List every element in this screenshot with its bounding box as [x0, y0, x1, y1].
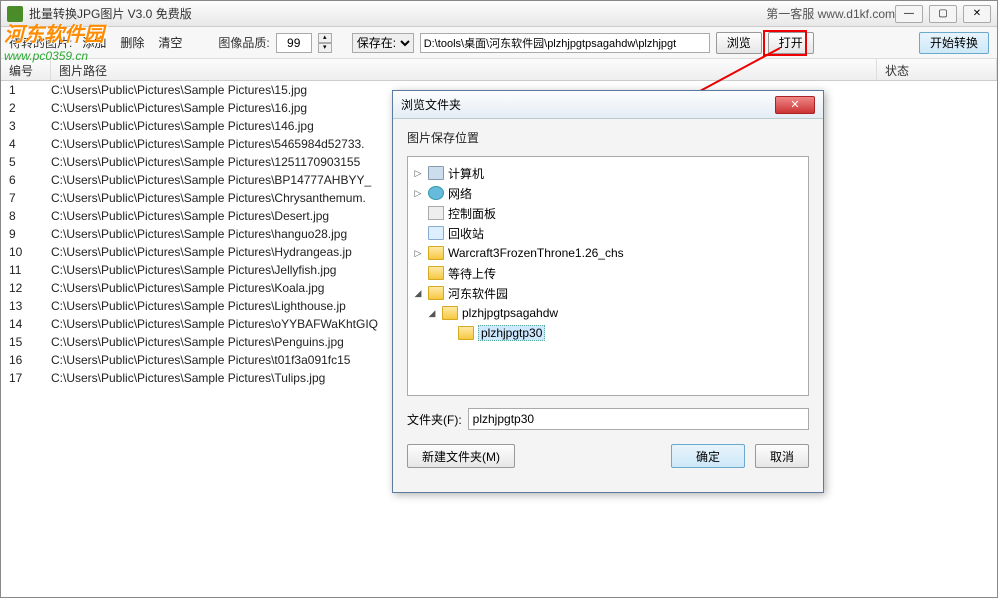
- ok-button[interactable]: 确定: [671, 444, 745, 468]
- cell-number: 11: [1, 261, 51, 279]
- tree-item-label: plzhjpgtp30: [478, 325, 545, 341]
- save-path-input[interactable]: [420, 33, 710, 53]
- close-button[interactable]: ✕: [963, 5, 991, 23]
- network-icon: [428, 186, 444, 200]
- tree-item[interactable]: ◢ 河东软件园: [412, 283, 804, 303]
- folder-open-icon: [428, 286, 444, 300]
- images-label: 待转的图片:: [9, 34, 72, 51]
- cell-number: 17: [1, 369, 51, 387]
- maximize-button[interactable]: ▢: [929, 5, 957, 23]
- add-button[interactable]: 添加: [82, 34, 106, 51]
- save-location-select[interactable]: 保存在:: [352, 33, 414, 53]
- browse-folder-dialog: 浏览文件夹 ✕ 图片保存位置 ▷ 计算机 ▷ 网络控制面板回收站 ▷ Warcraft3F…: [392, 90, 824, 493]
- folder-icon: [428, 266, 444, 280]
- tree-item[interactable]: ▷ 计算机: [412, 163, 804, 183]
- window-subtitle: 第一客服 www.d1kf.com: [766, 5, 895, 22]
- titlebar: 批量转换JPG图片 V3.0 免费版 第一客服 www.d1kf.com — ▢…: [1, 1, 997, 27]
- folder-icon: [428, 246, 444, 260]
- tree-item[interactable]: ▷ 网络: [412, 183, 804, 203]
- table-header: 编号 图片路径 状态: [1, 59, 997, 81]
- app-icon: [7, 6, 23, 22]
- folder-field-label: 文件夹(F):: [407, 411, 462, 428]
- cell-number: 7: [1, 189, 51, 207]
- cell-number: 15: [1, 333, 51, 351]
- cell-number: 10: [1, 243, 51, 261]
- start-convert-button[interactable]: 开始转换: [919, 32, 989, 54]
- col-path[interactable]: 图片路径: [51, 59, 877, 80]
- tree-item[interactable]: 等待上传: [412, 263, 804, 283]
- tree-item-label: plzhjpgtpsagahdw: [462, 306, 558, 320]
- cell-number: 4: [1, 135, 51, 153]
- tree-item-label: 等待上传: [448, 265, 496, 282]
- quality-up-button[interactable]: ▴: [318, 33, 332, 43]
- cell-number: 3: [1, 117, 51, 135]
- cell-number: 12: [1, 279, 51, 297]
- expand-icon[interactable]: ▷: [412, 188, 424, 199]
- tree-item[interactable]: ◢ plzhjpgtpsagahdw: [412, 303, 804, 323]
- browse-button[interactable]: 浏览: [716, 32, 762, 54]
- cell-number: 9: [1, 225, 51, 243]
- new-folder-button[interactable]: 新建文件夹(M): [407, 444, 515, 468]
- expand-icon[interactable]: ▷: [412, 168, 424, 179]
- tree-item-label: 回收站: [448, 225, 484, 242]
- tree-item[interactable]: 回收站: [412, 223, 804, 243]
- clear-button[interactable]: 清空: [158, 34, 182, 51]
- col-number[interactable]: 编号: [1, 59, 51, 80]
- tree-item-label: 控制面板: [448, 205, 496, 222]
- tree-item[interactable]: plzhjpgtp30: [412, 323, 804, 343]
- dialog-close-button[interactable]: ✕: [775, 96, 815, 114]
- folder-open-icon: [442, 306, 458, 320]
- toolbar: 待转的图片: 添加 删除 清空 图像品质: ▴ ▾ 保存在: 浏览 打开 开始转…: [1, 27, 997, 59]
- folder-icon: [458, 326, 474, 340]
- tree-item-label: Warcraft3FrozenThrone1.26_chs: [448, 246, 624, 260]
- dialog-titlebar: 浏览文件夹 ✕: [393, 91, 823, 119]
- cancel-button[interactable]: 取消: [755, 444, 809, 468]
- open-button[interactable]: 打开: [768, 32, 814, 54]
- expand-icon[interactable]: ▷: [412, 248, 424, 259]
- dialog-title: 浏览文件夹: [401, 96, 775, 113]
- expand-icon[interactable]: ◢: [412, 288, 424, 299]
- cell-number: 5: [1, 153, 51, 171]
- cell-number: 16: [1, 351, 51, 369]
- quality-down-button[interactable]: ▾: [318, 43, 332, 53]
- minimize-button[interactable]: —: [895, 5, 923, 23]
- cell-number: 2: [1, 99, 51, 117]
- cpanel-icon: [428, 206, 444, 220]
- tree-item-label: 计算机: [448, 165, 484, 182]
- tree-item[interactable]: ▷ Warcraft3FrozenThrone1.26_chs: [412, 243, 804, 263]
- tree-item-label: 网络: [448, 185, 472, 202]
- cell-number: 13: [1, 297, 51, 315]
- delete-button[interactable]: 删除: [120, 34, 144, 51]
- folder-name-input[interactable]: [468, 408, 809, 430]
- dialog-label: 图片保存位置: [407, 129, 809, 146]
- folder-tree[interactable]: ▷ 计算机 ▷ 网络控制面板回收站 ▷ Warcraft3FrozenThrone1.26…: [407, 156, 809, 396]
- cell-number: 8: [1, 207, 51, 225]
- cell-number: 14: [1, 315, 51, 333]
- col-status[interactable]: 状态: [877, 59, 997, 80]
- quality-label: 图像品质:: [218, 34, 269, 51]
- tree-item[interactable]: 控制面板: [412, 203, 804, 223]
- expand-icon[interactable]: ◢: [426, 308, 438, 319]
- cell-number: 6: [1, 171, 51, 189]
- quality-input[interactable]: [276, 33, 312, 53]
- window-title: 批量转换JPG图片 V3.0 免费版: [29, 5, 736, 22]
- recycle-icon: [428, 226, 444, 240]
- tree-item-label: 河东软件园: [448, 285, 508, 302]
- cell-number: 1: [1, 81, 51, 99]
- computer-icon: [428, 166, 444, 180]
